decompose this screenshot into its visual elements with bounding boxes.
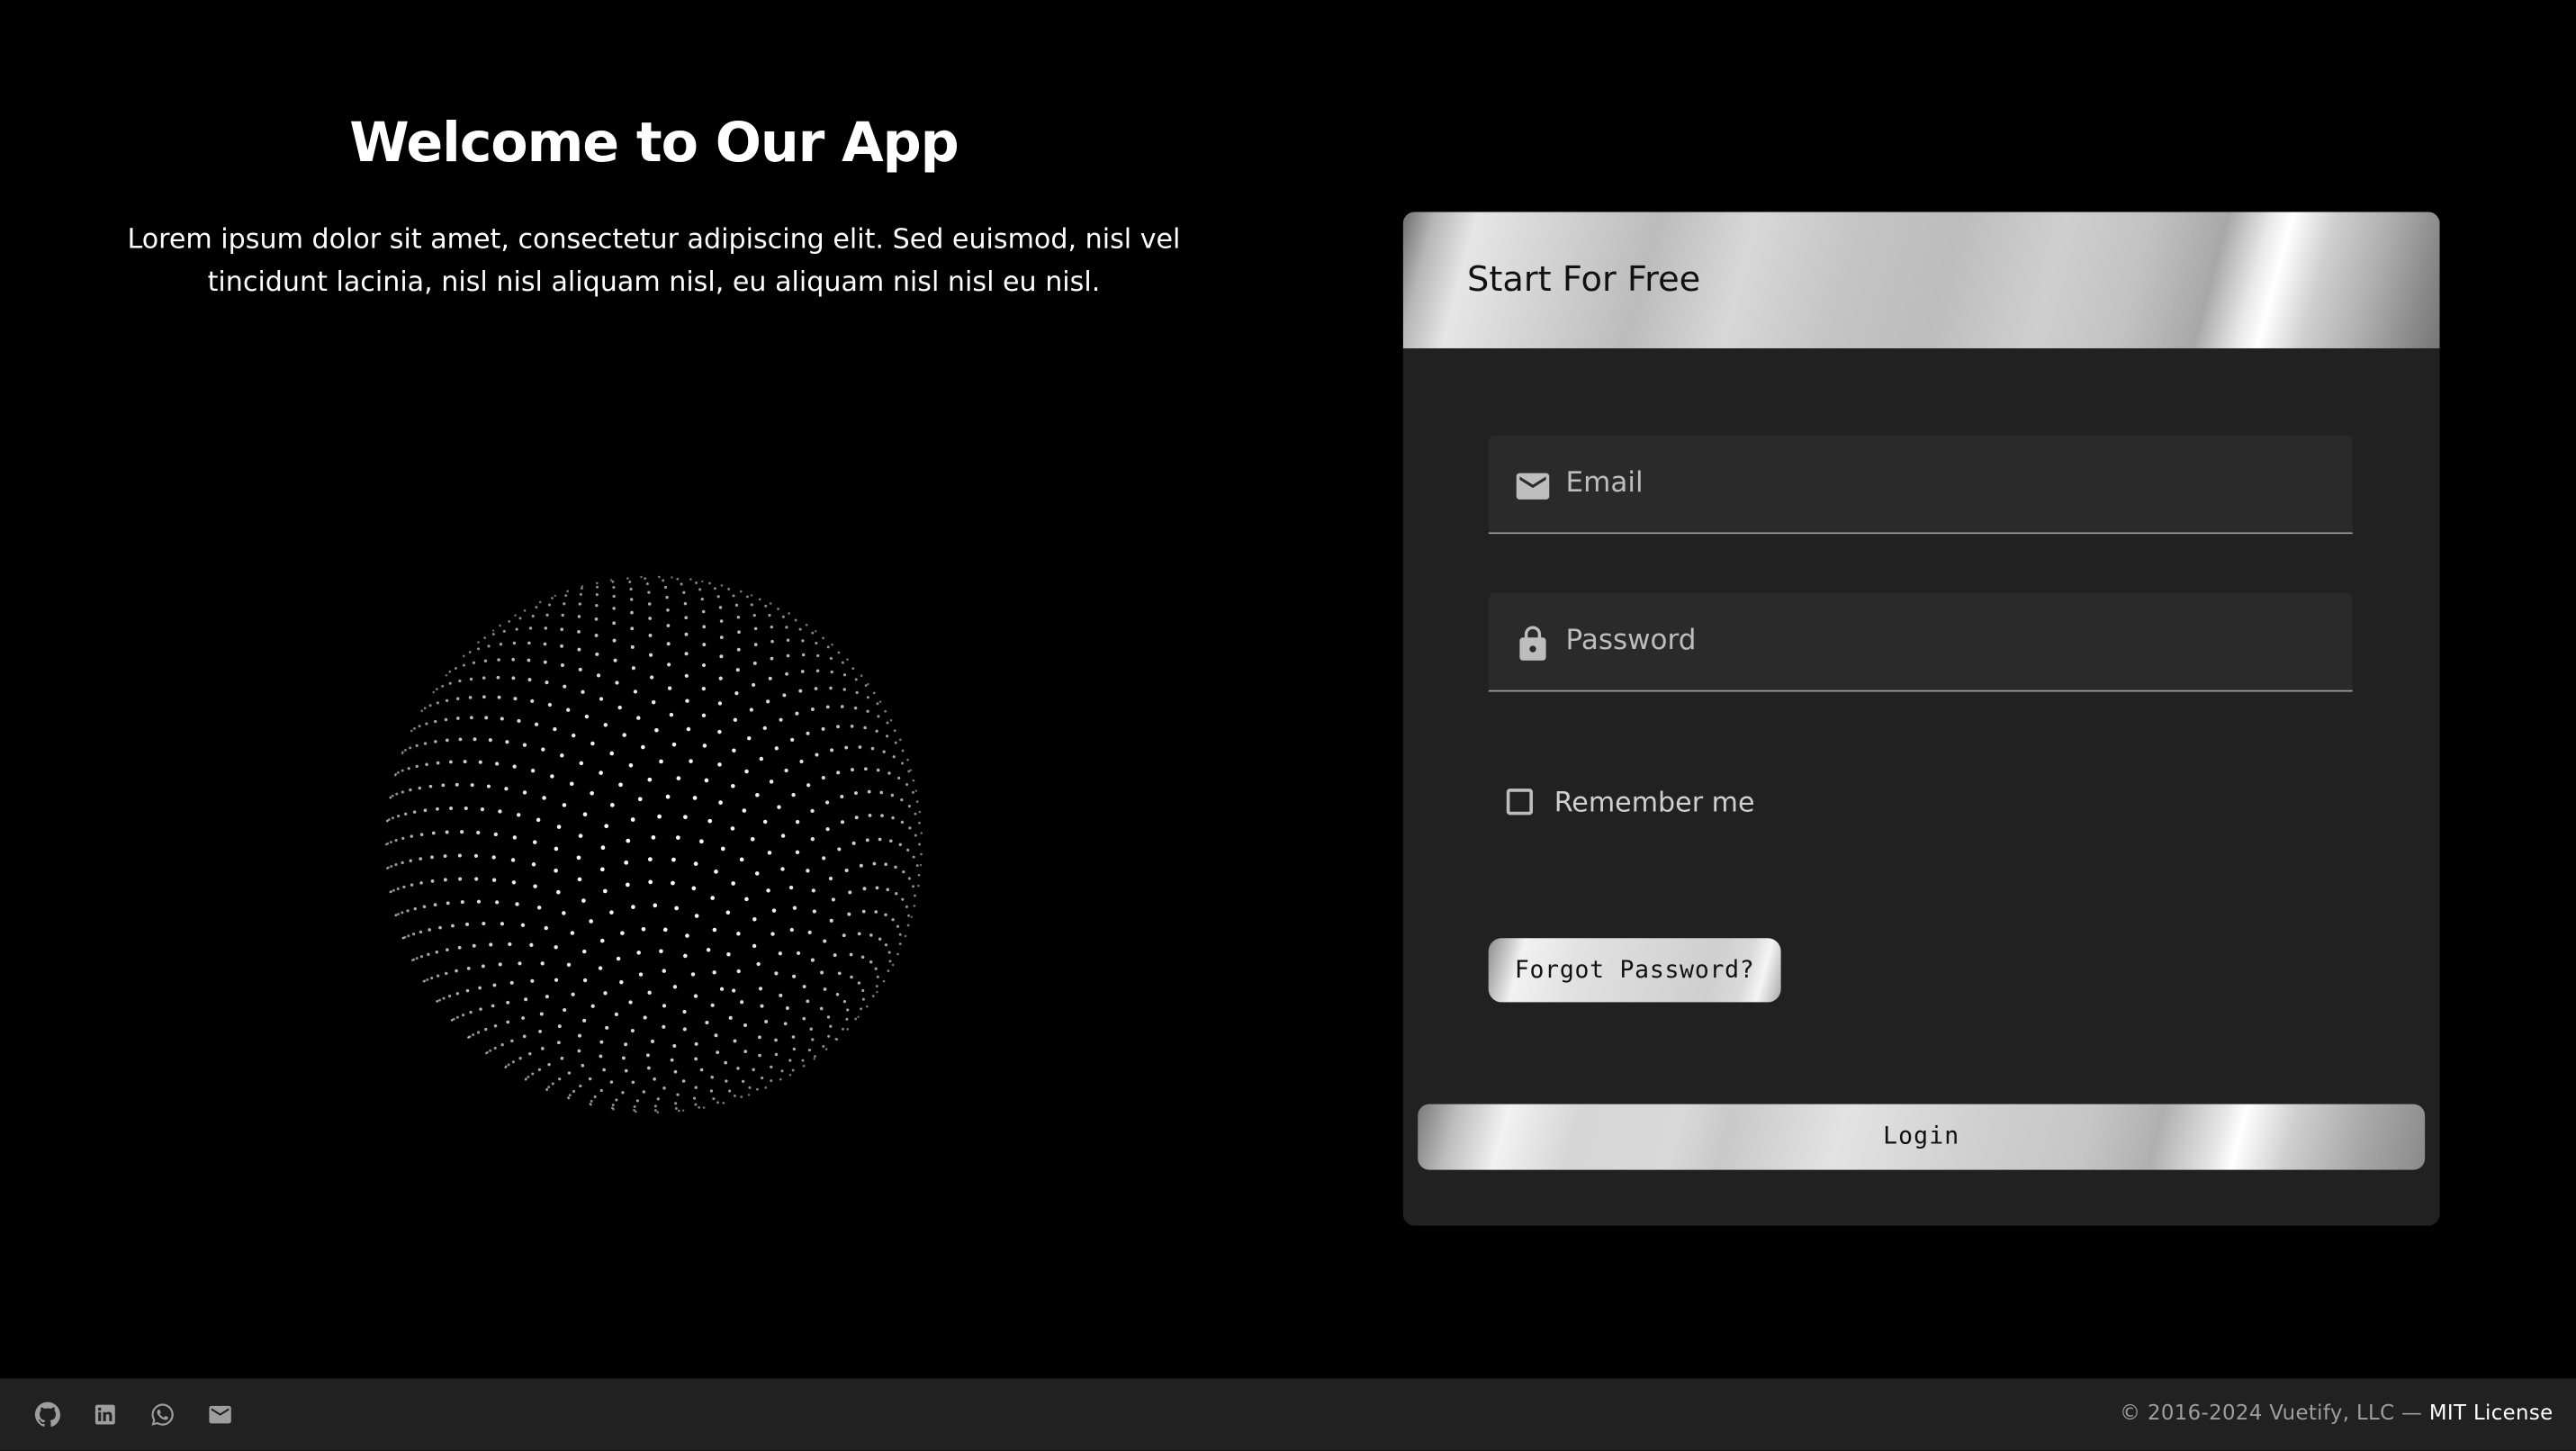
remember-me-checkbox[interactable]: Remember me [1506, 780, 1755, 823]
card-header: Start For Free [1402, 212, 2440, 348]
particle-sphere-graphic [384, 575, 923, 1113]
footer: © 2016-2024 Vuetify, LLC — MIT License [0, 1378, 2576, 1451]
social-links [34, 1401, 233, 1428]
card-title: Start For Free [1466, 259, 1701, 300]
page-title: Welcome to Our App [349, 110, 959, 175]
forgot-password-button[interactable]: Forgot Password? [1488, 938, 1781, 1003]
login-page: Welcome to Our App Lorem ipsum dolor sit… [0, 0, 2576, 1451]
checkbox-box[interactable] [1506, 789, 1534, 816]
password-field[interactable] [1488, 592, 2353, 692]
login-button[interactable]: Login [1418, 1104, 2426, 1170]
email-icon [1516, 473, 1550, 500]
github-icon[interactable] [34, 1401, 60, 1428]
email-field[interactable] [1488, 435, 2353, 535]
copyright-text: © 2016-2024 Vuetify, LLC — [2120, 1400, 2423, 1425]
linkedin-icon[interactable] [92, 1401, 118, 1428]
email-icon[interactable] [207, 1401, 233, 1428]
login-card: Start For Free Remember me Forgot Passwo… [1402, 212, 2440, 1226]
password-input[interactable] [1565, 592, 2322, 689]
hero-description: Lorem ipsum dolor sit amet, consectetur … [127, 223, 1181, 298]
license-link[interactable]: MIT License [2429, 1400, 2553, 1424]
copyright-notice: © 2016-2024 Vuetify, LLC — MIT License [2120, 1400, 2553, 1424]
lock-icon [1519, 626, 1546, 661]
remember-me-label: Remember me [1554, 786, 1755, 818]
email-input[interactable] [1565, 435, 2322, 531]
whatsapp-icon[interactable] [149, 1401, 176, 1428]
